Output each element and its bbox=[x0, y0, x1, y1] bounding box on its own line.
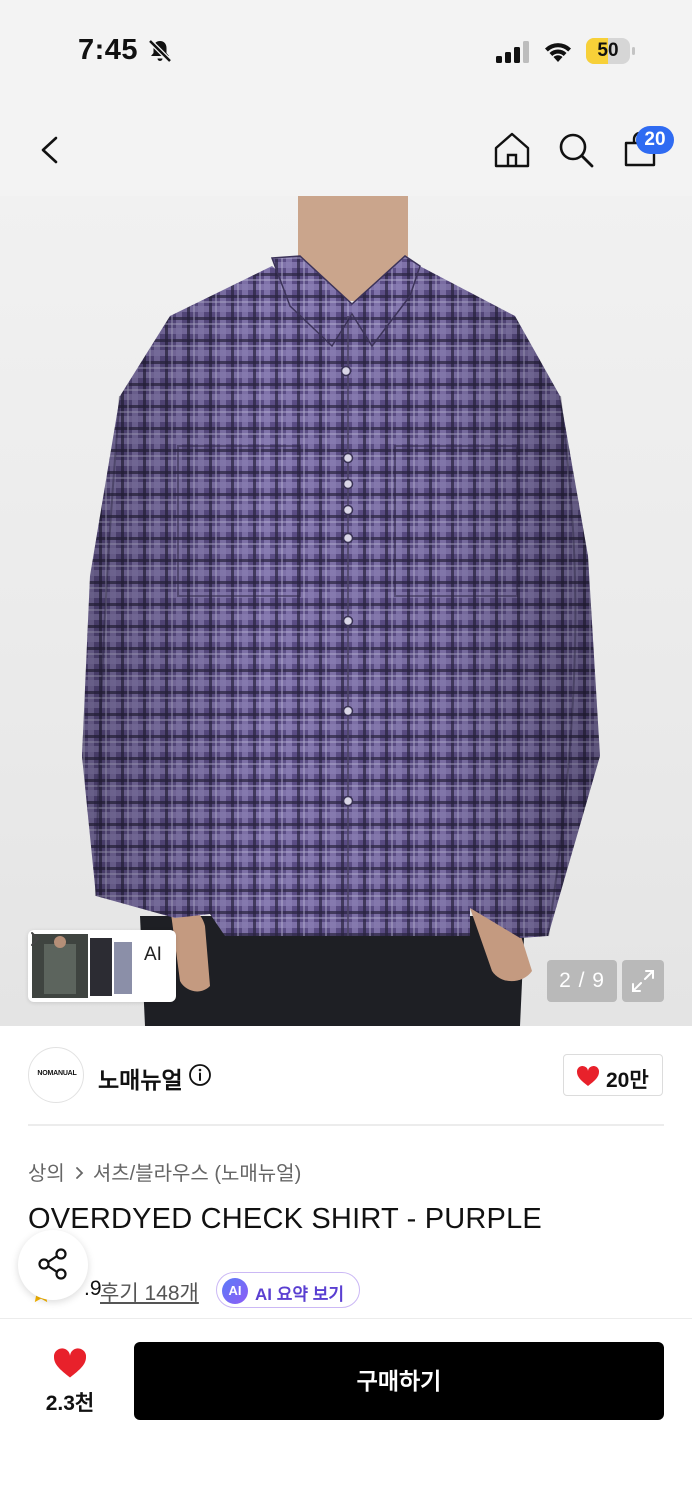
expand-image-button[interactable] bbox=[622, 960, 664, 1002]
breadcrumb-item-subcategory[interactable]: 셔츠/블라우스 (노매뉴얼) bbox=[93, 1163, 301, 1185]
review-count-link[interactable]: 후기 148개 bbox=[100, 1277, 199, 1307]
home-icon[interactable] bbox=[492, 130, 532, 170]
rating-value: .9 bbox=[84, 1277, 102, 1300]
breadcrumb: 상의 셔츠/블라우스 (노매뉴얼) bbox=[28, 1157, 301, 1186]
status-bar: 7:45 50 bbox=[0, 0, 692, 100]
brand-like-count: 20만 bbox=[606, 1069, 649, 1092]
chevron-right-icon bbox=[31, 932, 40, 946]
brand-name[interactable]: 노매뉴얼 bbox=[98, 1061, 183, 1095]
info-icon[interactable] bbox=[188, 1063, 212, 1087]
ai-label: AI bbox=[144, 944, 162, 965]
chevron-right-icon bbox=[75, 1167, 84, 1179]
bell-slash-icon bbox=[148, 39, 172, 63]
battery-icon: 50 bbox=[586, 38, 635, 64]
ai-summary-label: AI 요약 보기 bbox=[255, 1285, 345, 1304]
ai-badge-icon: AI bbox=[222, 1278, 248, 1304]
image-counter: 2 / 9 bbox=[547, 960, 617, 1002]
expand-icon bbox=[632, 970, 654, 992]
brand-logo[interactable]: NOMANUAL bbox=[28, 1047, 84, 1103]
product-page: 7:45 50 20 AI 2 / 9 NOMANUAL 노매뉴얼 20만 상의… bbox=[0, 0, 692, 1500]
cart-count-badge: 20 bbox=[636, 126, 674, 154]
buy-button[interactable]: 구매하기 bbox=[134, 1342, 664, 1420]
divider bbox=[28, 1124, 664, 1126]
share-button[interactable] bbox=[18, 1230, 88, 1300]
wishlist-count: 2.3천 bbox=[45, 1392, 95, 1415]
heart-icon bbox=[576, 1065, 600, 1086]
breadcrumb-item-category[interactable]: 상의 bbox=[28, 1163, 65, 1185]
product-image[interactable]: AI 2 / 9 bbox=[0, 196, 692, 1026]
wishlist-heart-icon[interactable] bbox=[52, 1347, 88, 1379]
brand-like-button[interactable]: 20만 bbox=[563, 1054, 663, 1096]
ai-thumbnail-images bbox=[32, 934, 132, 998]
brand-logo-text: NOMANUAL bbox=[37, 1070, 77, 1077]
product-photo-illustration bbox=[82, 196, 600, 1026]
ai-summary-button[interactable]: AI AI 요약 보기 bbox=[216, 1272, 360, 1308]
header-area: 7:45 50 20 bbox=[0, 0, 692, 196]
share-icon bbox=[38, 1248, 67, 1280]
status-time: 7:45 bbox=[78, 34, 139, 66]
search-icon[interactable] bbox=[556, 130, 596, 170]
rating-row: .9 후기 148개 AI AI 요약 보기 bbox=[28, 1272, 428, 1308]
ai-similar-products-button[interactable]: AI bbox=[28, 930, 176, 1002]
signal-icon bbox=[496, 41, 529, 63]
bottom-action-bar: 2.3천 구매하기 bbox=[0, 1318, 692, 1500]
back-arrow-icon[interactable] bbox=[30, 130, 70, 170]
battery-percent: 50 bbox=[597, 40, 619, 61]
top-nav bbox=[0, 110, 692, 190]
wifi-icon bbox=[545, 43, 571, 62]
product-title: OVERDYED CHECK SHIRT - PURPLE bbox=[28, 1203, 542, 1235]
